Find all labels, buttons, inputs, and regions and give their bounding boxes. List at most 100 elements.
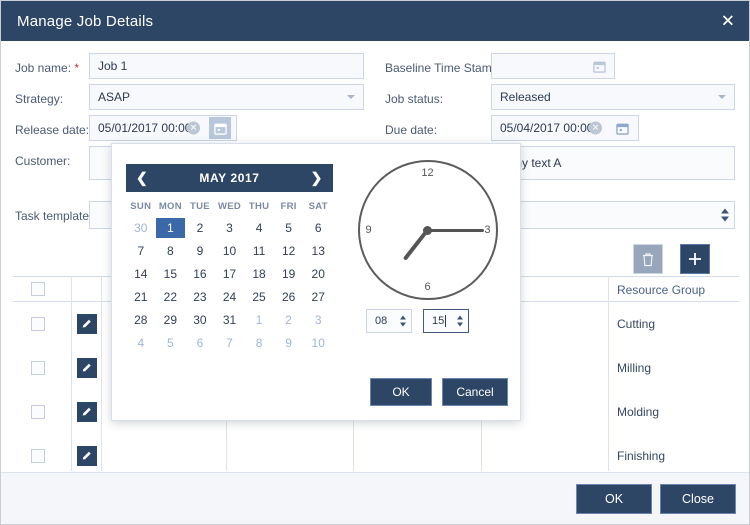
calendar-day[interactable]: 16 <box>185 264 215 284</box>
calendar-day[interactable]: 5 <box>156 333 186 353</box>
analog-clock[interactable]: 12 3 6 9 <box>357 160 498 300</box>
calendar-day[interactable]: 15 <box>156 264 186 284</box>
calendar-day[interactable]: 8 <box>244 333 274 353</box>
calendar-day[interactable]: 11 <box>244 241 274 261</box>
stepper-up-icon[interactable] <box>400 315 406 320</box>
close-button[interactable]: Close <box>660 484 736 514</box>
calendar-day[interactable]: 6 <box>303 218 333 238</box>
baseline-time-stamp-input[interactable] <box>491 53 615 79</box>
day-header: FRI <box>280 201 297 212</box>
hours-stepper-arrows[interactable] <box>400 315 406 327</box>
calendar-day[interactable]: 26 <box>274 287 304 307</box>
calendar-day[interactable]: 14 <box>126 264 156 284</box>
clear-circle-icon[interactable]: ✕ <box>187 121 200 135</box>
dialog-footer: OK Close <box>1 472 749 524</box>
calendar-day[interactable]: 2 <box>274 310 304 330</box>
calendar-icon[interactable] <box>588 55 610 77</box>
release-date-input[interactable]: 05/01/2017 00:00 ✕ <box>89 115 237 141</box>
calendar-widget: ❮ MAY 2017 ❯ SUN MON TUE WED THU FRI SAT… <box>126 164 333 353</box>
calendar-day[interactable]: 8 <box>156 241 186 261</box>
calendar-icon[interactable] <box>209 117 231 139</box>
calendar-day[interactable]: 30 <box>185 310 215 330</box>
calendar-month-year: MAY 2017 <box>199 171 260 185</box>
row-checkbox[interactable] <box>31 317 45 331</box>
edit-button[interactable] <box>77 314 97 334</box>
calendar-day[interactable]: 20 <box>303 264 333 284</box>
picker-cancel-button[interactable]: Cancel <box>442 378 508 406</box>
calendar-day[interactable]: 9 <box>185 241 215 261</box>
close-icon[interactable]: ✕ <box>721 13 735 30</box>
page-title: Manage Job Details <box>17 12 154 30</box>
calendar-day[interactable]: 28 <box>126 310 156 330</box>
task-template-stepper[interactable] <box>721 208 729 222</box>
add-button[interactable] <box>680 244 710 274</box>
clear-circle-icon[interactable]: ✕ <box>589 121 602 135</box>
calendar-day[interactable]: 25 <box>244 287 274 307</box>
day-header: WED <box>217 201 242 212</box>
stepper-up-icon[interactable] <box>721 208 729 214</box>
clock-number-3: 3 <box>484 224 491 236</box>
stepper-down-icon[interactable] <box>457 322 463 327</box>
stepper-down-icon[interactable] <box>400 322 406 327</box>
calendar-day-grid[interactable]: 30 1 2 3 4 5 6 7 8 9 10 11 12 13 14 15 16 17 18 19 20 21 22 23 2… <box>126 218 333 353</box>
clock-number-9: 9 <box>365 224 372 236</box>
ok-button[interactable]: OK <box>576 484 652 514</box>
edit-button[interactable] <box>77 446 97 466</box>
calendar-day[interactable]: 12 <box>274 241 304 261</box>
calendar-day[interactable]: 3 <box>215 218 245 238</box>
dialog-titlebar: Manage Job Details ✕ <box>1 1 749 41</box>
edit-button[interactable] <box>77 402 97 422</box>
table-header-select <box>13 277 71 302</box>
stepper-up-icon[interactable] <box>457 315 463 320</box>
calendar-day-selected[interactable]: 1 <box>155 218 186 238</box>
chevron-left-icon[interactable]: ❮ <box>130 170 154 187</box>
row-checkbox[interactable] <box>31 405 45 419</box>
job-status-label: Job status: <box>385 92 444 106</box>
calendar-day[interactable]: 21 <box>126 287 156 307</box>
picker-ok-button[interactable]: OK <box>370 378 432 406</box>
calendar-day[interactable]: 3 <box>303 310 333 330</box>
calendar-day[interactable]: 4 <box>126 333 156 353</box>
stepper-down-icon[interactable] <box>721 216 729 222</box>
calendar-day[interactable]: 6 <box>185 333 215 353</box>
chevron-down-icon <box>718 95 726 99</box>
calendar-day[interactable]: 27 <box>303 287 333 307</box>
calendar-day[interactable]: 2 <box>185 218 215 238</box>
calendar-day[interactable]: 18 <box>244 264 274 284</box>
calendar-day[interactable]: 13 <box>303 241 333 261</box>
calendar-day[interactable]: 19 <box>274 264 304 284</box>
minutes-stepper[interactable]: 15 <box>423 309 469 333</box>
job-name-input[interactable]: Job 1 <box>89 53 364 79</box>
calendar-day[interactable]: 31 <box>215 310 245 330</box>
hours-stepper[interactable]: 08 <box>366 309 412 333</box>
edit-button[interactable] <box>77 358 97 378</box>
calendar-day[interactable]: 30 <box>126 218 156 238</box>
chevron-right-icon[interactable]: ❯ <box>305 170 329 187</box>
calendar-day[interactable]: 5 <box>274 218 304 238</box>
cell-resource-group: Milling <box>617 361 652 375</box>
calendar-day[interactable]: 29 <box>156 310 186 330</box>
calendar-day[interactable]: 24 <box>215 287 245 307</box>
calendar-day[interactable]: 10 <box>303 333 333 353</box>
clock-minute-hand[interactable] <box>427 228 484 232</box>
due-date-label: Due date: <box>385 123 438 137</box>
calendar-day[interactable]: 7 <box>215 333 245 353</box>
row-checkbox[interactable] <box>31 361 45 375</box>
clock-center-pivot <box>423 225 432 235</box>
calendar-day[interactable]: 10 <box>215 241 245 261</box>
row-checkbox[interactable] <box>31 449 45 463</box>
calendar-day[interactable]: 9 <box>274 333 304 353</box>
calendar-icon[interactable] <box>611 117 633 139</box>
select-all-checkbox[interactable] <box>31 282 45 296</box>
calendar-day[interactable]: 1 <box>244 310 274 330</box>
minutes-stepper-arrows[interactable] <box>457 315 463 327</box>
calendar-day[interactable]: 7 <box>126 241 156 261</box>
calendar-day[interactable]: 23 <box>185 287 215 307</box>
calendar-day[interactable]: 17 <box>215 264 245 284</box>
calendar-day[interactable]: 22 <box>156 287 186 307</box>
calendar-day[interactable]: 4 <box>244 218 274 238</box>
delete-button[interactable] <box>633 244 663 274</box>
due-date-input[interactable]: 05/04/2017 00:00 ✕ <box>491 115 639 141</box>
job-status-select[interactable]: Released <box>491 84 735 110</box>
strategy-select[interactable]: ASAP <box>89 84 364 110</box>
